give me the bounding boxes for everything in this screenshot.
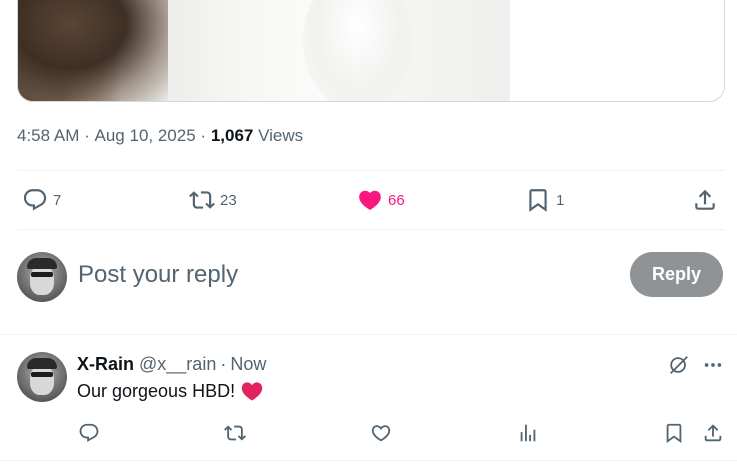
- avatar-cap: [27, 258, 57, 269]
- repost-icon[interactable]: [222, 418, 248, 448]
- reply-count: 7: [53, 191, 62, 209]
- heart-filled-icon: [359, 190, 381, 210]
- reply-composer: Reply: [0, 230, 737, 320]
- meta-separator: ·: [84, 126, 90, 145]
- red-heart-emoji-icon: [241, 382, 263, 401]
- bookmark-icon[interactable]: [661, 418, 687, 448]
- bookmark-action[interactable]: 1: [525, 171, 564, 229]
- meta-separator: ·: [200, 126, 207, 145]
- repost-icon: [189, 191, 215, 209]
- photo-light-region: [303, 0, 413, 101]
- more-options-icon[interactable]: [700, 352, 726, 378]
- like-count: 66: [388, 191, 405, 209]
- header-separator: ·: [220, 353, 227, 374]
- photo-dark-region: [18, 0, 168, 101]
- display-name[interactable]: X-Rain: [77, 354, 134, 375]
- tweet-photo[interactable]: [18, 0, 510, 101]
- avatar-glasses: [31, 272, 53, 277]
- tweet-meta: 4:58 AM · Aug 10, 2025 · 1,067 Views: [17, 124, 303, 148]
- share-action[interactable]: [692, 171, 718, 229]
- repost-action[interactable]: 23: [189, 171, 237, 229]
- divider: [0, 334, 737, 335]
- divider: [0, 460, 737, 461]
- reply-header: X-Rain @x__rain · Now: [77, 352, 266, 376]
- avatar[interactable]: [17, 252, 67, 302]
- reply-button[interactable]: Reply: [630, 252, 723, 297]
- tweet-action-bar: 7 23 66 1: [17, 171, 725, 229]
- avatar[interactable]: [17, 352, 67, 402]
- analytics-icon[interactable]: [515, 418, 541, 448]
- avatar-glasses: [31, 372, 53, 377]
- tweet-time[interactable]: 4:58 AM: [17, 126, 79, 146]
- reply-text: Our gorgeous HBD!: [77, 379, 263, 403]
- avatar-face: [30, 365, 54, 395]
- reply-text-content: Our gorgeous HBD!: [77, 380, 236, 401]
- reply-input[interactable]: [78, 258, 598, 292]
- views-label: Views: [258, 126, 304, 145]
- tweet-date[interactable]: Aug 10, 2025: [95, 126, 196, 146]
- bookmark-icon: [529, 189, 547, 212]
- reply-action[interactable]: 7: [22, 171, 61, 229]
- reply-icon: [23, 189, 47, 211]
- grok-icon[interactable]: [666, 352, 692, 378]
- reply-tweet[interactable]: X-Rain @x__rain · Now Our gorgeous HBD!: [0, 336, 737, 461]
- share-icon[interactable]: [700, 418, 726, 448]
- reply-icon[interactable]: [76, 418, 102, 448]
- reply-action-bar: [0, 418, 737, 448]
- bookmark-count: 1: [556, 191, 565, 209]
- tweet-media[interactable]: [17, 0, 725, 102]
- repost-count: 23: [220, 191, 237, 209]
- avatar-face: [30, 265, 54, 295]
- avatar-cap: [27, 358, 57, 369]
- reply-time[interactable]: Now: [230, 354, 266, 375]
- share-icon: [695, 189, 715, 210]
- heart-icon[interactable]: [368, 418, 394, 448]
- like-action[interactable]: 66: [357, 171, 405, 229]
- views-count: 1,067: [210, 126, 254, 145]
- user-handle[interactable]: @x__rain: [139, 354, 216, 375]
